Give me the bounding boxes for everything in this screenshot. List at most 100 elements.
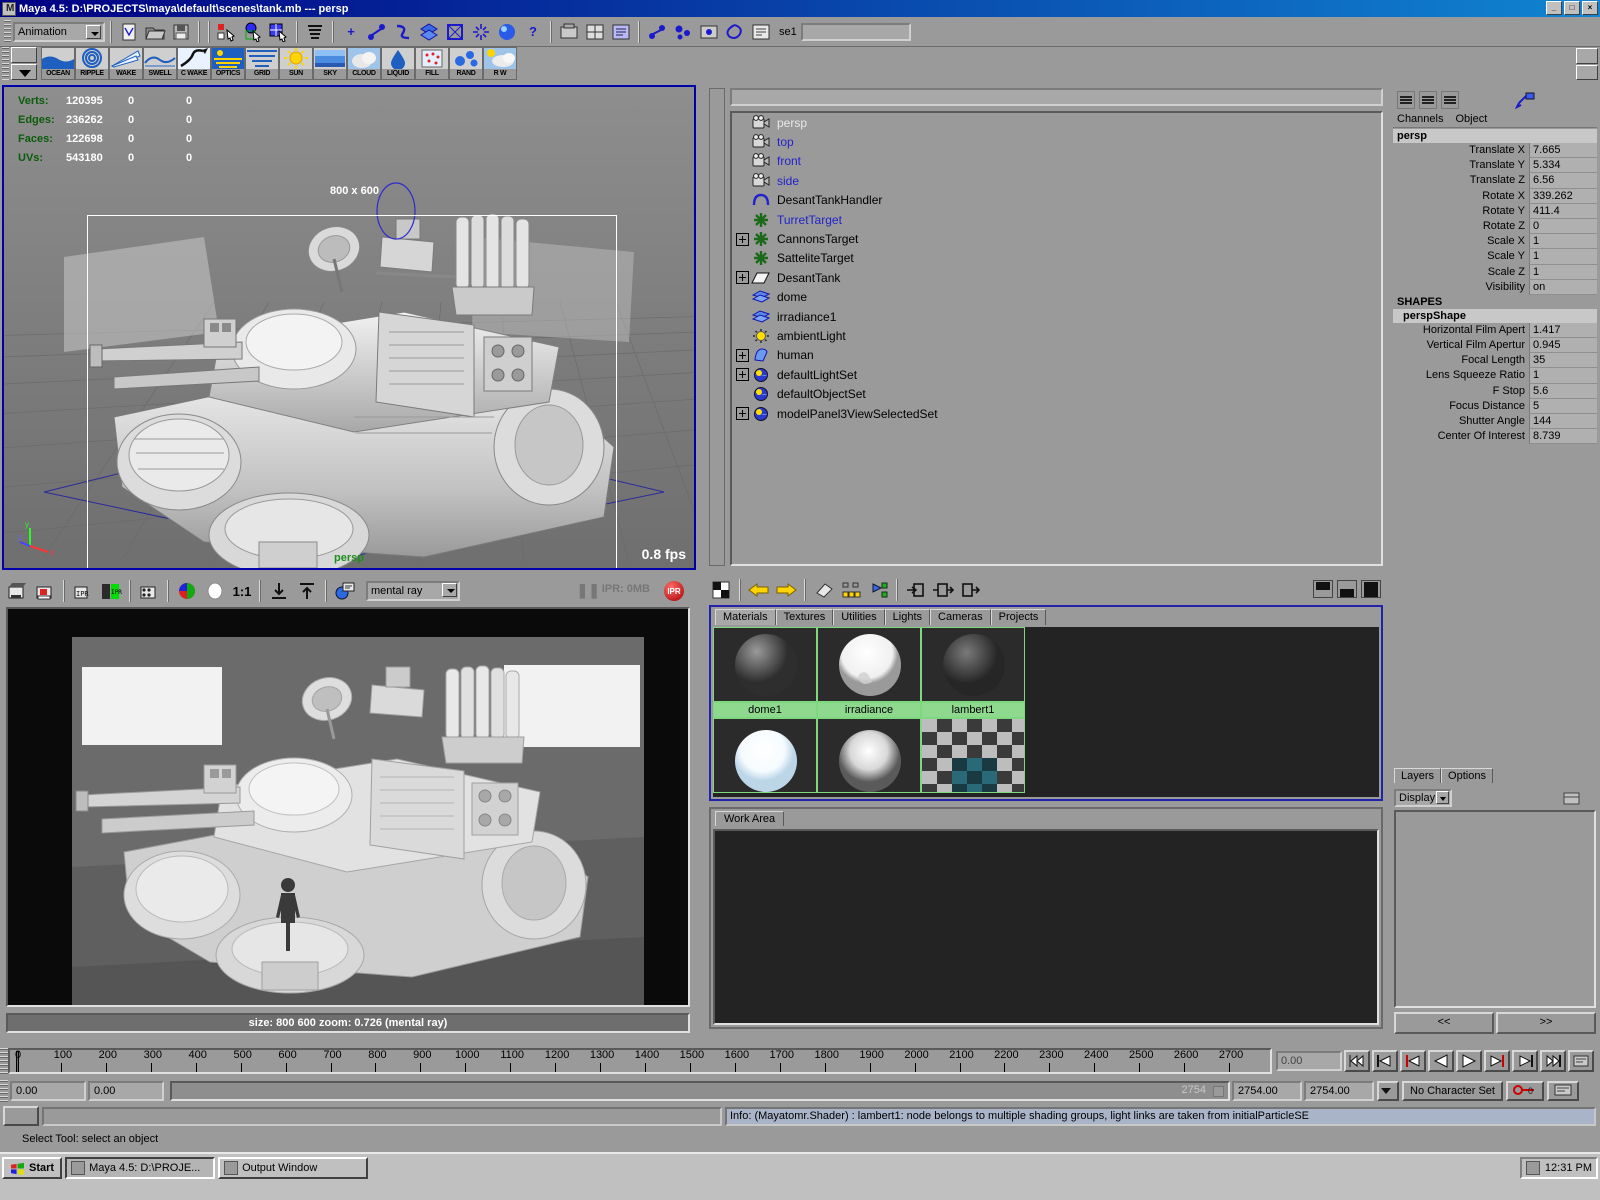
channel-value[interactable]: 1 — [1529, 234, 1597, 250]
hypershade-tab-projects[interactable]: Projects — [990, 609, 1047, 625]
channel-value[interactable]: 0.945 — [1529, 338, 1597, 354]
shelf-item-r-w[interactable]: R W — [483, 47, 517, 80]
hypershade-tab-cameras[interactable]: Cameras — [930, 609, 991, 625]
ipr-status-badge[interactable]: IPR — [664, 581, 684, 601]
channels-menu[interactable]: Channels — [1397, 113, 1443, 127]
attribute-editor-icon[interactable] — [697, 19, 721, 44]
alpha-channel-icon[interactable] — [202, 579, 228, 603]
step-back-frame-button[interactable] — [1400, 1050, 1426, 1072]
animation-preferences-button[interactable] — [1568, 1050, 1594, 1072]
layout-split-icon[interactable] — [1337, 580, 1357, 598]
graph-both-icon[interactable] — [931, 579, 955, 601]
open-scene-button[interactable] — [143, 19, 167, 44]
tab-layers[interactable]: Layers — [1394, 768, 1442, 783]
transform-channel-row[interactable]: Translate Y 5.334 — [1393, 158, 1597, 174]
work-area-tab[interactable]: Work Area — [715, 811, 785, 826]
selection-mask-button[interactable] — [303, 19, 327, 44]
layer-editor-tabs[interactable]: Layers Options — [1394, 768, 1493, 783]
expand-toggle-icon[interactable] — [736, 368, 749, 382]
lasso-icon[interactable] — [723, 19, 747, 44]
shape-channel-row[interactable]: Shutter Angle 144 — [1393, 414, 1597, 430]
hypershade-tab-materials[interactable]: Materials — [715, 609, 776, 625]
channel-value[interactable]: 8.739 — [1529, 429, 1597, 445]
character-set-dropdown[interactable] — [1377, 1081, 1399, 1101]
material-swatch-irradiance[interactable] — [817, 627, 921, 702]
new-layer-icon[interactable] — [1562, 789, 1582, 807]
layout-top-only-icon[interactable] — [1313, 580, 1333, 598]
shape-channel-row[interactable]: F Stop 5.6 — [1393, 383, 1597, 399]
taskbar-item-maya[interactable]: Maya 4.5: D:\PROJE... — [65, 1157, 216, 1179]
material-swatch-label[interactable]: lambert1 — [921, 702, 1025, 718]
outliner-item-CannonsTarget[interactable]: CannonsTarget — [732, 229, 1381, 248]
graph-input-icon[interactable] — [904, 579, 928, 601]
output-connections-icon[interactable] — [866, 579, 890, 601]
command-input-field[interactable] — [42, 1106, 722, 1126]
shelf-item-swell[interactable]: SWELL — [143, 47, 177, 80]
show-manipulator-icon[interactable] — [557, 19, 581, 44]
expand-toggle-icon[interactable] — [736, 407, 749, 421]
shelf-item-c-wake[interactable]: C WAKE — [177, 47, 211, 80]
transform-channel-row[interactable]: Scale X 1 — [1393, 234, 1597, 250]
quick-selection-field[interactable] — [800, 22, 911, 41]
render-region-icon[interactable] — [32, 579, 58, 603]
animation-prefs-icon[interactable] — [1546, 1081, 1579, 1101]
hypershade-tab-textures[interactable]: Textures — [775, 609, 834, 625]
transform-channel-row[interactable]: Scale Z 1 — [1393, 264, 1597, 280]
outliner-item-DesantTank[interactable]: DesantTank — [732, 268, 1381, 287]
go-to-end-button[interactable] — [1540, 1050, 1566, 1072]
channel-box-menubar[interactable]: Channels Object — [1393, 113, 1597, 128]
outliner-item-side[interactable]: side — [732, 171, 1381, 190]
minimize-button[interactable]: _ — [1546, 1, 1562, 15]
range-scrollbar[interactable]: 2754 — [170, 1081, 1230, 1101]
layer-list[interactable] — [1394, 810, 1596, 1008]
help-icon[interactable]: ? — [521, 19, 545, 44]
outliner-item-TurretTarget[interactable]: TurretTarget — [732, 210, 1381, 229]
expand-toggle-icon[interactable] — [736, 348, 749, 362]
ipr-region-icon[interactable]: IPR — [98, 579, 124, 603]
expand-toggle-icon[interactable] — [736, 232, 749, 246]
transform-channel-row[interactable]: Rotate Z 0 — [1393, 218, 1597, 235]
transform-channel-row[interactable]: Scale Y 1 — [1393, 249, 1597, 265]
channel-list-icon[interactable] — [1397, 91, 1415, 109]
snap-point-icon[interactable] — [391, 19, 415, 44]
channel-value[interactable]: 5.6 — [1529, 383, 1597, 399]
shelf-tab-menu[interactable] — [11, 47, 37, 80]
hypershade-tab-utilities[interactable]: Utilities — [833, 609, 885, 625]
outliner-item-human[interactable]: human — [732, 346, 1381, 365]
pause-icon[interactable]: ❚❚ — [577, 582, 600, 599]
renderer-dropdown[interactable]: mental ray — [366, 581, 460, 601]
material-swatch-dome1[interactable] — [713, 627, 817, 702]
maximize-button[interactable]: □ — [1564, 1, 1580, 15]
back-arrow-icon[interactable] — [747, 579, 771, 601]
outliner-item-modelPanel3ViewSelectedSet[interactable]: modelPanel3ViewSelectedSet — [732, 404, 1381, 423]
shape-channel-row[interactable]: Focal Length 35 — [1393, 353, 1597, 369]
snap-plane-icon[interactable] — [417, 19, 441, 44]
channel-value[interactable]: 7.665 — [1529, 143, 1597, 159]
rgb-channel-icon[interactable] — [174, 579, 200, 603]
channel-value[interactable]: 6.56 — [1529, 173, 1597, 189]
range-start-field[interactable]: 0.00 — [10, 1081, 86, 1101]
script-editor-icon[interactable] — [749, 19, 773, 44]
channel-value[interactable]: 5.334 — [1529, 158, 1597, 174]
paint-icon[interactable] — [671, 19, 695, 44]
shelf-item-fill[interactable]: FILL — [415, 47, 449, 80]
show-top-bottom-icon[interactable] — [709, 579, 733, 601]
auto-key-icon[interactable]: 0 — [1505, 1081, 1544, 1101]
shape-channel-row[interactable]: Focus Distance 5 — [1393, 398, 1597, 414]
redo-render-icon[interactable] — [4, 579, 30, 603]
material-swatch[interactable] — [921, 718, 1025, 793]
expand-toggle-icon[interactable] — [736, 271, 749, 285]
no-character-set-label[interactable]: No Character Set — [1402, 1081, 1503, 1101]
shape-channel-row[interactable]: Vertical Film Apertur 0.945 — [1393, 338, 1597, 354]
time-slider-track[interactable]: 0 100 200 300 400 500 600 700 800 900 1000 1100 1200… — [8, 1048, 1272, 1074]
rangeslider-grip[interactable] — [0, 1080, 8, 1102]
select-by-object-button[interactable] — [241, 19, 265, 44]
shelf-item-cloud[interactable]: CLOUD — [347, 47, 381, 80]
channel-value[interactable]: 1 — [1529, 368, 1597, 384]
shelf-item-liquid[interactable]: LIQUID — [381, 47, 415, 80]
channel-value[interactable]: 339.262 — [1529, 188, 1597, 204]
layer-next-button[interactable]: >> — [1496, 1012, 1596, 1034]
taskbar-item-output-window[interactable]: Output Window — [218, 1157, 369, 1179]
snap-grid-icon[interactable]: + — [339, 19, 363, 44]
channel-value[interactable]: 0 — [1529, 218, 1597, 235]
